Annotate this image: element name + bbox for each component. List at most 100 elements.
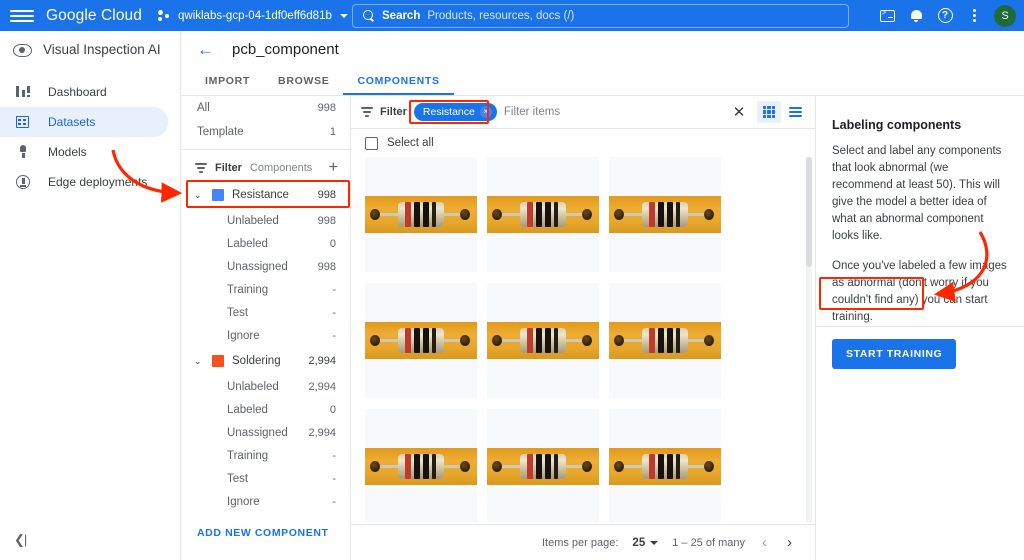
component-color-swatch [212, 355, 224, 367]
thumbnail-card[interactable] [365, 409, 477, 522]
component-subrow-training[interactable]: Training - [181, 278, 350, 301]
close-icon[interactable]: × [479, 106, 492, 118]
thumbnail-card[interactable] [487, 157, 599, 272]
avatar[interactable]: S [994, 4, 1016, 27]
subrow-label: Training [227, 449, 269, 462]
cloud-shell-icon[interactable] [874, 3, 900, 29]
component-subrow-unlabeled[interactable]: Unlabeled 998 [181, 209, 350, 232]
component-subrow-test[interactable]: Test - [181, 301, 350, 324]
sidebar-item-datasets[interactable]: Datasets [0, 107, 168, 137]
filter-items-input[interactable]: Filter items [504, 106, 721, 118]
subrow-count: 0 [329, 237, 336, 250]
select-all-row[interactable]: Select all [351, 129, 815, 157]
product-title: Visual Inspection AI [43, 42, 161, 57]
components-summary-all[interactable]: All 998 [181, 96, 350, 120]
help-panel-title: Labeling components [832, 118, 962, 132]
subrow-label: Ignore [227, 495, 260, 508]
thumbnail-card[interactable] [487, 283, 599, 398]
subrow-count: 998 [317, 214, 336, 227]
help-paragraph-2: Once you've labeled a few images as abno… [832, 260, 1007, 323]
sidebar-item-label: Dashboard [48, 85, 107, 99]
component-subrow-training[interactable]: Training - [181, 444, 350, 467]
select-all-checkbox[interactable] [365, 136, 378, 150]
component-group-soldering[interactable]: ⌄ Soldering 2,994 [181, 347, 350, 375]
subrow-count: - [332, 329, 336, 342]
component-group-count: 998 [317, 189, 336, 201]
select-all-label: Select all [387, 137, 434, 149]
subrow-label: Labeled [227, 237, 268, 250]
chevron-down-icon [650, 540, 659, 545]
thumbnail-card[interactable] [609, 283, 721, 398]
more-options-icon[interactable] [961, 3, 987, 29]
scrollbar-thumb[interactable] [806, 157, 812, 267]
global-search-input[interactable]: Search Products, resources, docs (/) [352, 4, 849, 28]
component-subrow-labeled[interactable]: Labeled 0 [181, 232, 350, 255]
help-panel: Labeling components Select and label any… [815, 96, 1024, 560]
filter-icon [195, 163, 207, 173]
component-subrow-unassigned[interactable]: Unassigned 2,994 [181, 421, 350, 444]
thumbnail-card[interactable] [609, 409, 721, 522]
tab-import[interactable]: IMPORT [191, 67, 264, 95]
summary-count: 998 [317, 102, 336, 114]
subrow-label: Unassigned [227, 260, 288, 273]
component-subrow-unlabeled[interactable]: Unlabeled 2,994 [181, 375, 350, 398]
subrow-label: Ignore [227, 329, 260, 342]
chevron-down-icon[interactable]: ⌄ [194, 190, 204, 201]
search-icon [363, 10, 375, 22]
resistor-thumbnail [365, 322, 477, 359]
collapse-sidebar-button[interactable]: ❮| [14, 532, 27, 548]
items-per-page-select[interactable]: 25 [632, 537, 659, 549]
component-group-resistance[interactable]: ⌄ Resistance 998 [181, 181, 350, 209]
tab-components[interactable]: COMPONENTS [343, 67, 455, 95]
sidebar-item-edge-deployments[interactable]: Edge deployments [0, 167, 168, 197]
components-summary-template[interactable]: Template 1 [181, 120, 350, 144]
sidebar-item-dashboard[interactable]: Dashboard [0, 77, 168, 107]
thumbnail-card[interactable] [487, 409, 599, 522]
filter-chip-resistance[interactable]: Resistance × [413, 103, 497, 121]
filter-bar: Filter Resistance × Filter items ✕ [351, 96, 815, 129]
component-subrow-test[interactable]: Test - [181, 467, 350, 490]
summary-label: Template [197, 126, 244, 138]
sidebar-item-label: Models [48, 145, 87, 159]
list-view-icon[interactable] [783, 101, 807, 123]
components-filter-row: Filter Components + [181, 155, 350, 181]
search-placeholder: Products, resources, docs (/) [427, 10, 575, 22]
help-icon[interactable]: ? [932, 3, 958, 29]
previous-page-button[interactable]: ‹ [759, 535, 770, 550]
subrow-label: Unassigned [227, 426, 288, 439]
start-training-button[interactable]: START TRAINING [832, 339, 957, 369]
google-cloud-top-bar: Google Cloud qwiklabs-gcp-04-1df0eff6d81… [0, 0, 1024, 31]
chevron-down-icon[interactable]: ⌄ [194, 356, 204, 367]
component-subrow-ignore[interactable]: Ignore - [181, 324, 350, 347]
product-sidebar: Visual Inspection AI Dashboard Datasets … [0, 31, 181, 560]
sidebar-item-models[interactable]: Models [0, 137, 168, 167]
component-subrow-ignore[interactable]: Ignore - [181, 490, 350, 513]
thumbnail-row [365, 409, 815, 522]
notifications-bell-icon[interactable] [903, 3, 929, 29]
project-name: qwiklabs-gcp-04-1df0eff6d81b [178, 9, 332, 22]
add-component-icon[interactable]: + [329, 160, 338, 176]
thumbnail-card[interactable] [365, 157, 477, 272]
thumbnail-row [365, 283, 815, 398]
hamburger-menu-icon[interactable] [10, 4, 34, 28]
clear-filters-icon[interactable]: ✕ [728, 105, 750, 120]
subrow-label: Test [227, 306, 249, 319]
project-icon [158, 9, 172, 22]
component-subrow-unassigned[interactable]: Unassigned 998 [181, 255, 350, 278]
back-arrow-icon[interactable]: ← [197, 41, 214, 58]
thumbnail-card[interactable] [609, 157, 721, 272]
google-cloud-logo[interactable]: Google Cloud [46, 7, 142, 25]
component-subrow-labeled[interactable]: Labeled 0 [181, 398, 350, 421]
resistor-thumbnail [487, 448, 599, 485]
next-page-button[interactable]: › [784, 535, 795, 550]
sidebar-nav: Dashboard Datasets Models Edge deploymen… [0, 77, 180, 197]
subrow-count: 0 [329, 403, 336, 416]
app-root: Google Cloud qwiklabs-gcp-04-1df0eff6d81… [0, 0, 1024, 560]
project-selector[interactable]: qwiklabs-gcp-04-1df0eff6d81b [158, 9, 348, 22]
tab-browse[interactable]: BROWSE [264, 67, 343, 95]
grid-view-icon[interactable] [757, 101, 781, 123]
page-header: ← pcb_component [181, 31, 1024, 68]
divider [181, 149, 350, 150]
add-new-component-button[interactable]: ADD NEW COMPONENT [181, 513, 350, 539]
thumbnail-card[interactable] [365, 283, 477, 398]
